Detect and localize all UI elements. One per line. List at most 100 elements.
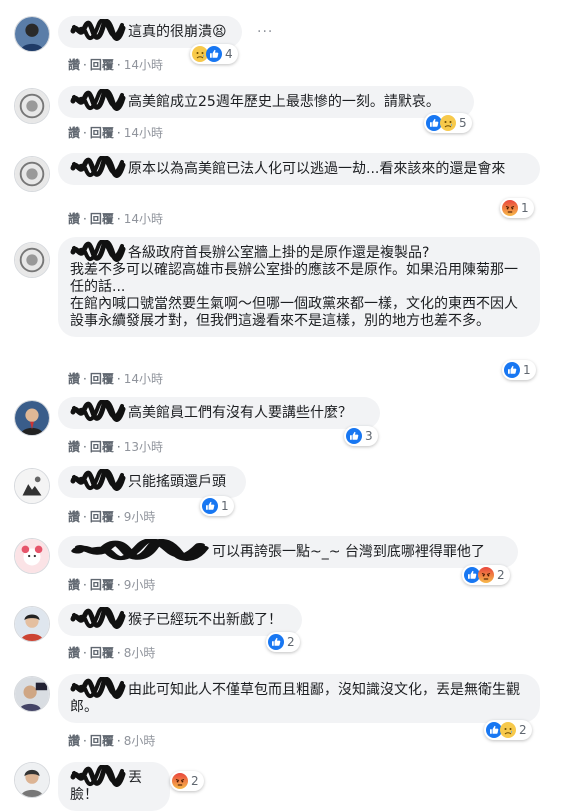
reply-link[interactable]: 回覆 [90,440,114,454]
author-name-redacted[interactable] [70,240,126,262]
comment-actions: 讚 · 回覆 · 13小時 [68,440,163,454]
timestamp[interactable]: 14小時 [124,372,163,386]
avatar[interactable] [14,606,50,642]
reaction-count: 1 [221,499,229,513]
comment-bubble: 各級政府首長辦公室牆上掛的是原作還是複製品? 我差不多可以確認高雄市長辦公室掛的… [58,237,540,337]
comment-bubble: 丟臉！ [58,762,170,811]
reply-link[interactable]: 回覆 [90,58,114,72]
author-name-redacted[interactable] [70,765,126,787]
like-link[interactable]: 讚 [68,126,80,140]
reply-link[interactable]: 回覆 [90,372,114,386]
angry-reaction-icon [172,773,188,789]
like-reaction-icon [202,498,218,514]
author-name-redacted[interactable] [70,19,126,41]
comment-actions: 讚 · 回覆 · 14小時 [68,126,163,140]
reaction-count: 2 [519,723,527,737]
author-name-redacted[interactable] [70,156,126,178]
avatar[interactable] [14,762,50,798]
like-link[interactable]: 讚 [68,578,80,592]
reaction-summary[interactable]: 2 [170,771,204,791]
like-link[interactable]: 讚 [68,440,80,454]
reaction-summary[interactable]: 4 [190,44,238,64]
reaction-summary[interactable]: 5 [424,113,472,133]
author-name-redacted[interactable] [70,677,126,699]
comment-text: 可以再誇張一點~_~ 台灣到底哪裡得罪他了 [212,544,485,560]
like-reaction-icon [504,362,520,378]
timestamp[interactable]: 13小時 [124,440,163,454]
reaction-summary[interactable]: 1 [500,198,534,218]
reaction-count: 3 [365,429,373,443]
comment-bubble: 由此可知此人不僅草包而且粗鄙，沒知識沒文化，丟是無衛生觀郎。 [58,674,540,723]
reply-link[interactable]: 回覆 [90,578,114,592]
reaction-summary[interactable]: 1 [502,360,536,380]
comment-text: 這真的很崩潰😫 [128,24,227,40]
avatar[interactable] [14,16,50,52]
comment-text: 只能搖頭還戶頭 [128,474,226,490]
comment-text: 猴子已經玩不出新戲了！ [128,612,282,628]
avatar[interactable] [14,242,50,278]
author-name-redacted[interactable] [70,400,126,422]
avatar[interactable] [14,400,50,436]
like-link[interactable]: 讚 [68,58,80,72]
avatar[interactable] [14,468,50,504]
angry-reaction-icon [478,567,494,583]
comment-text: 由此可知此人不僅草包而且粗鄙，沒知識沒文化，丟是無衛生觀郎。 [70,682,520,715]
reaction-summary[interactable]: 1 [200,496,234,516]
author-name-redacted[interactable] [70,89,126,111]
more-options-icon[interactable]: ··· [257,24,273,40]
reaction-count: 1 [521,201,529,215]
reaction-count: 2 [191,774,199,788]
reply-link[interactable]: 回覆 [90,126,114,140]
comment-bubble: 高美館成立25週年歷史上最悲慘的一刻。請默哀。 [58,86,474,118]
comment-bubble: 只能搖頭還戶頭 [58,466,246,498]
reaction-count: 5 [459,116,467,130]
comment-actions: 讚 · 回覆 · 8小時 [68,646,156,660]
comment-actions: 讚 · 回覆 · 14小時 [68,58,163,72]
author-name-redacted[interactable] [70,539,210,561]
timestamp[interactable]: 8小時 [124,646,156,660]
like-link[interactable]: 讚 [68,646,80,660]
author-name-redacted[interactable] [70,469,126,491]
comment-actions: 讚 · 回覆 · 8小時 [68,734,156,748]
reply-link[interactable]: 回覆 [90,212,114,226]
like-reaction-icon [206,46,222,62]
like-link[interactable]: 讚 [68,372,80,386]
reply-link[interactable]: 回覆 [90,734,114,748]
reaction-count: 1 [523,363,531,377]
reaction-summary[interactable]: 2 [484,720,532,740]
comment-bubble: 高美館員工們有沒有人要講些什麼？ [58,397,380,429]
sad-reaction-icon [500,722,516,738]
comment-text: 原本以為高美館已法人化可以逃過一劫...看來該來的還是會來 [128,161,506,177]
comment-actions: 讚 · 回覆 · 14小時 [68,372,163,386]
like-link[interactable]: 讚 [68,510,80,524]
timestamp[interactable]: 8小時 [124,734,156,748]
comment-bubble: 原本以為高美館已法人化可以逃過一劫...看來該來的還是會來 [58,153,540,185]
like-link[interactable]: 讚 [68,212,80,226]
comment-text: 各級政府首長辦公室牆上掛的是原作還是複製品? 我差不多可以確認高雄市長辦公室掛的… [70,245,518,329]
avatar[interactable] [14,538,50,574]
avatar[interactable] [14,88,50,124]
reaction-count: 2 [497,568,505,582]
like-link[interactable]: 讚 [68,734,80,748]
author-name-redacted[interactable] [70,607,126,629]
timestamp[interactable]: 9小時 [124,578,156,592]
reply-link[interactable]: 回覆 [90,510,114,524]
avatar[interactable] [14,676,50,712]
comment-text: 高美館員工們有沒有人要講些什麼？ [128,405,352,421]
comment-bubble: 可以再誇張一點~_~ 台灣到底哪裡得罪他了 [58,536,518,568]
comment-text: 高美館成立25週年歷史上最悲慘的一刻。請默哀。 [128,94,440,110]
timestamp[interactable]: 14小時 [124,212,163,226]
timestamp[interactable]: 14小時 [124,126,163,140]
sad-reaction-icon [440,115,456,131]
avatar[interactable] [14,156,50,192]
comment-actions: 讚 · 回覆 · 14小時 [68,212,163,226]
like-reaction-icon [346,428,362,444]
reaction-count: 4 [225,47,233,61]
timestamp[interactable]: 14小時 [124,58,163,72]
reply-link[interactable]: 回覆 [90,646,114,660]
reaction-summary[interactable]: 2 [266,632,300,652]
comment-actions: 讚 · 回覆 · 9小時 [68,510,156,524]
timestamp[interactable]: 9小時 [124,510,156,524]
reaction-summary[interactable]: 3 [344,426,378,446]
reaction-summary[interactable]: 2 [462,565,510,585]
